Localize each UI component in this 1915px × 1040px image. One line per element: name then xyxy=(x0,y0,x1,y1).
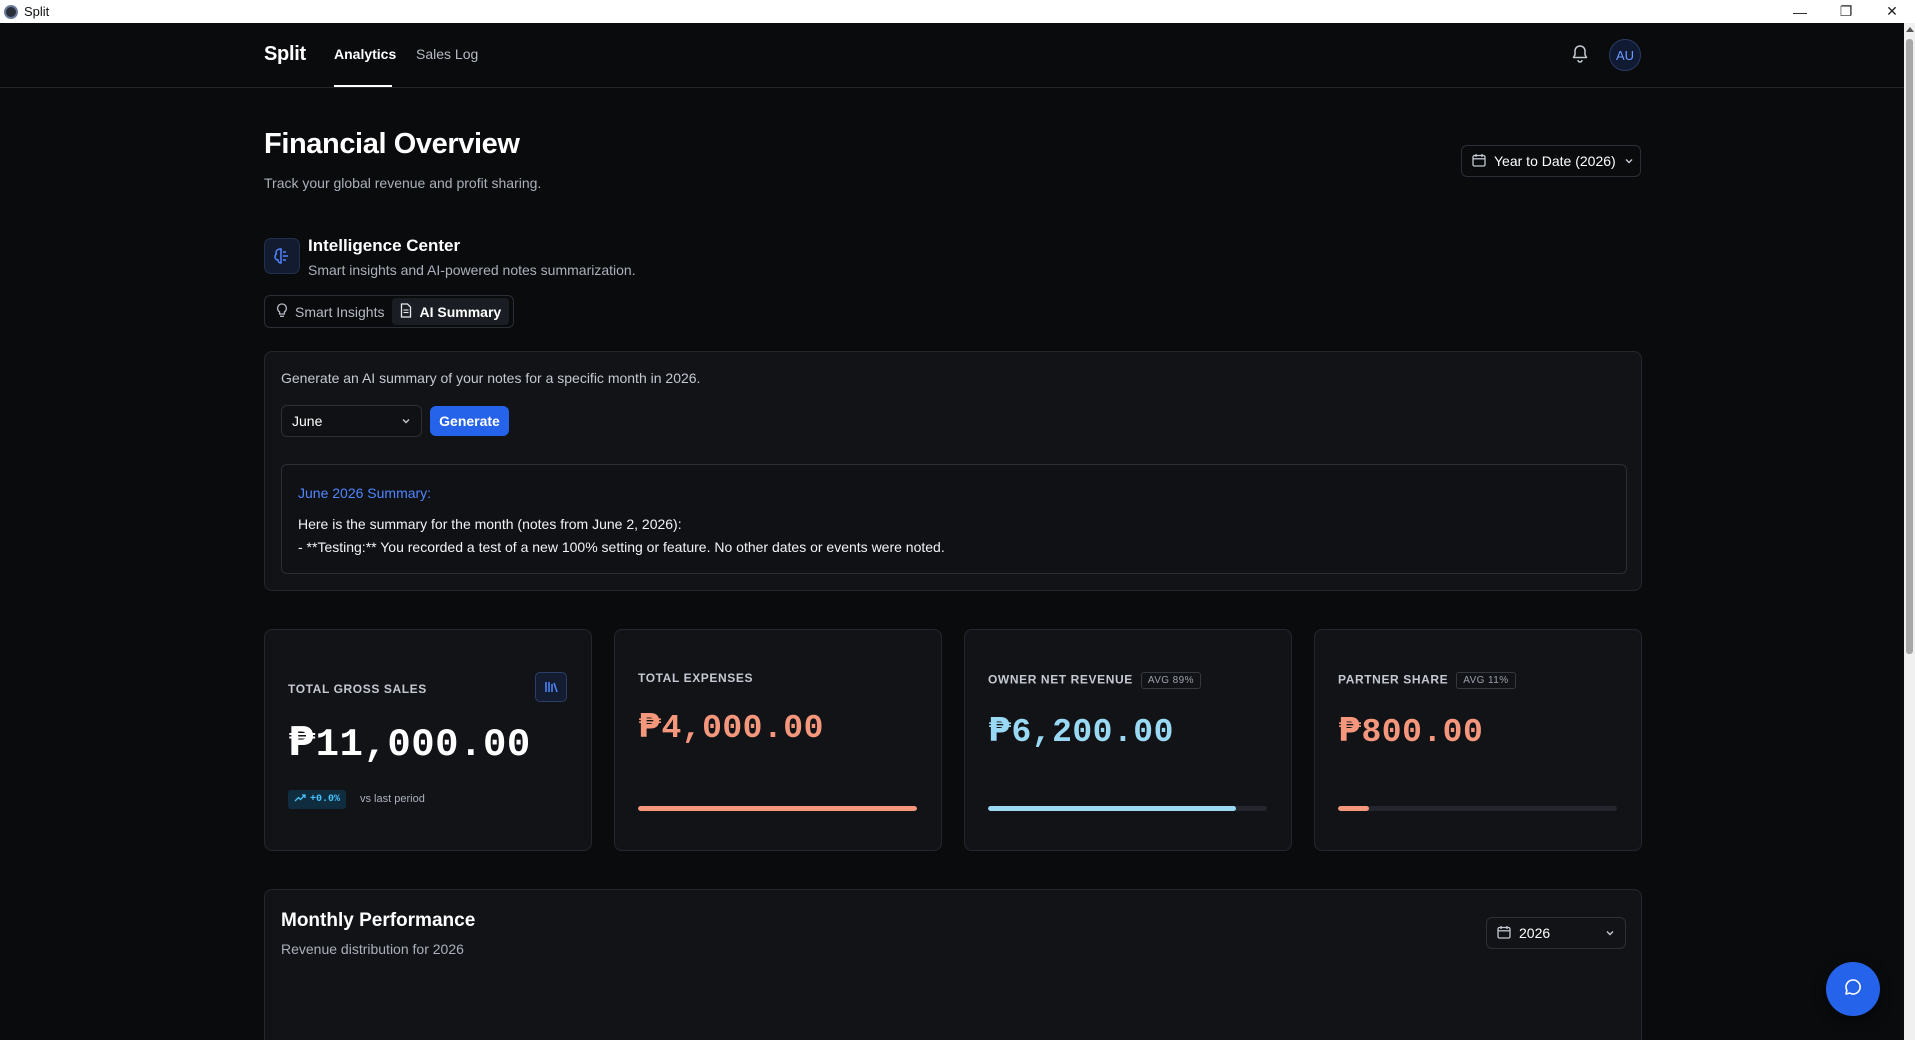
chevron-down-icon xyxy=(1605,925,1615,941)
owner-progress-bar xyxy=(988,806,1267,811)
active-tab-indicator xyxy=(334,85,392,87)
avg-badge: AVG 89% xyxy=(1140,672,1201,689)
intelligence-center-title: Intelligence Center xyxy=(308,236,461,255)
summary-line: Here is the summary for the month (notes… xyxy=(298,516,682,532)
trend-up-icon xyxy=(294,793,306,806)
tab-ai-summary-label: AI Summary xyxy=(419,303,502,320)
chat-icon xyxy=(1843,977,1863,1002)
nav-tab-analytics[interactable]: Analytics xyxy=(334,46,396,62)
partner-share-value: ₱800.00 xyxy=(1338,710,1483,751)
chevron-down-icon xyxy=(1624,153,1634,169)
currency-symbol: ₱ xyxy=(638,706,662,745)
window-controls: — ❐ ✕ xyxy=(1777,0,1915,23)
card-label: TOTAL GROSS SALES xyxy=(288,682,427,696)
app-logo-icon xyxy=(4,4,18,19)
ai-summary-description: Generate an AI summary of your notes for… xyxy=(281,370,701,386)
intelligence-tabs: Smart Insights AI Summary xyxy=(264,295,514,328)
tab-ai-summary[interactable]: AI Summary xyxy=(392,298,510,325)
currency-symbol: ₱ xyxy=(988,710,1012,749)
partner-progress-bar xyxy=(1338,806,1617,811)
card-label-text: PARTNER SHARE xyxy=(1338,672,1449,687)
chevron-down-icon xyxy=(401,413,411,429)
intelligence-center-subtitle: Smart insights and AI-powered notes summ… xyxy=(308,262,636,278)
page-subtitle: Track your global revenue and profit sha… xyxy=(264,175,542,191)
year-select-value: 2026 xyxy=(1519,925,1551,941)
brand-logo[interactable]: Split xyxy=(264,43,306,66)
tab-smart-insights[interactable]: Smart Insights xyxy=(268,298,392,325)
owner-revenue-value: ₱6,200.00 xyxy=(988,710,1174,751)
nav-tab-sales-log[interactable]: Sales Log xyxy=(416,46,478,62)
monthly-performance-panel: Monthly Performance Revenue distribution… xyxy=(264,889,1642,1040)
card-label: OWNER NET REVENUE AVG 89% xyxy=(988,672,1201,689)
owner-revenue-amount: 6,200.00 xyxy=(1011,714,1174,751)
year-select[interactable]: 2026 xyxy=(1486,917,1626,949)
trend-caption: vs last period xyxy=(360,793,425,805)
trend-badge: +0.0% xyxy=(288,790,347,809)
top-nav: Split Analytics Sales Log AU xyxy=(0,23,1904,88)
expenses-amount: 4,000.00 xyxy=(661,710,824,747)
trend-value: +0.0% xyxy=(310,794,341,805)
close-button[interactable]: ✕ xyxy=(1869,0,1915,23)
calendar-icon xyxy=(1472,153,1486,170)
scroll-up-icon[interactable] xyxy=(1906,27,1914,32)
summary-line: - **Testing:** You recorded a test of a … xyxy=(298,539,945,555)
card-label-text: OWNER NET REVENUE xyxy=(988,672,1133,687)
month-select[interactable]: June xyxy=(281,405,422,437)
monthly-performance-subtitle: Revenue distribution for 2026 xyxy=(281,941,464,957)
card-owner-net-revenue: OWNER NET REVENUE AVG 89% ₱6,200.00 xyxy=(964,629,1292,851)
monthly-performance-title: Monthly Performance xyxy=(281,910,476,931)
page-title: Financial Overview xyxy=(264,128,520,160)
chat-button[interactable] xyxy=(1826,962,1880,1016)
currency-symbol: ₱ xyxy=(1338,710,1362,749)
calendar-icon xyxy=(1497,925,1511,942)
date-range-label: Year to Date (2026) xyxy=(1494,153,1616,169)
avg-badge: AVG 11% xyxy=(1456,672,1516,689)
window-titlebar: Split — ❐ ✕ xyxy=(0,0,1915,23)
document-icon xyxy=(400,302,412,321)
partner-progress-fill xyxy=(1338,806,1369,811)
summary-heading: June 2026 Summary: xyxy=(298,485,432,501)
currency-symbol: ₱ xyxy=(288,720,316,765)
ai-summary-panel: Generate an AI summary of your notes for… xyxy=(264,351,1642,591)
tab-smart-insights-label: Smart Insights xyxy=(295,303,385,320)
brain-icon xyxy=(264,238,300,274)
restore-button[interactable]: ❐ xyxy=(1823,0,1869,23)
expenses-progress-fill xyxy=(638,806,917,811)
gross-sales-value: ₱11,000.00 xyxy=(288,720,531,767)
card-total-expenses: TOTAL EXPENSES ₱4,000.00 xyxy=(614,629,942,851)
user-avatar[interactable]: AU xyxy=(1609,39,1641,71)
partner-share-amount: 800.00 xyxy=(1361,714,1484,751)
owner-progress-fill xyxy=(988,806,1237,811)
expenses-progress-bar xyxy=(638,806,917,811)
expenses-value: ₱4,000.00 xyxy=(638,706,824,747)
gross-sales-amount: 11,000.00 xyxy=(315,723,531,767)
month-select-value: June xyxy=(292,413,323,429)
date-range-picker[interactable]: Year to Date (2026) xyxy=(1461,145,1641,177)
minimize-button[interactable]: — xyxy=(1777,0,1823,23)
generate-button[interactable]: Generate xyxy=(430,406,509,436)
bell-icon[interactable] xyxy=(1571,44,1589,64)
window-title: Split xyxy=(24,4,50,19)
card-partner-share: PARTNER SHARE AVG 11% ₱800.00 xyxy=(1314,629,1642,851)
bar-chart-icon[interactable] xyxy=(535,672,567,702)
page-scrollbar[interactable] xyxy=(1904,23,1915,1040)
scrollbar-thumb[interactable] xyxy=(1906,39,1913,654)
lightbulb-icon xyxy=(276,302,288,321)
card-label: PARTNER SHARE AVG 11% xyxy=(1338,672,1516,689)
summary-result-box: June 2026 Summary: Here is the summary f… xyxy=(281,464,1627,574)
card-label: TOTAL EXPENSES xyxy=(638,671,754,685)
card-total-gross-sales: TOTAL GROSS SALES ₱11,000.00 +0.0% vs la… xyxy=(264,629,592,851)
